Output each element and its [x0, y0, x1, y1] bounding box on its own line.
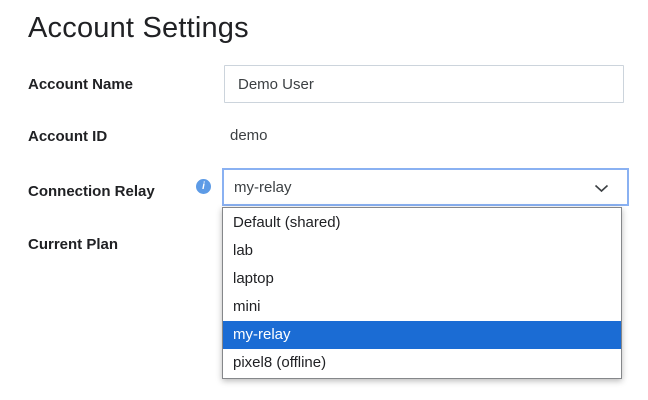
chevron-down-icon	[594, 184, 609, 193]
current-plan-label: Current Plan	[28, 236, 119, 253]
dropdown-option[interactable]: lab	[223, 237, 621, 265]
account-id-label: Account ID	[28, 128, 108, 145]
account-name-label: Account Name	[28, 76, 134, 93]
connection-relay-label: Connection Relay	[28, 183, 155, 200]
page-title: Account Settings	[28, 12, 249, 44]
account-settings-page: Account Settings Account Name Account ID…	[0, 0, 648, 400]
relay-dropdown: Default (shared) lab laptop mini my-rela…	[222, 207, 622, 379]
dropdown-option[interactable]: Default (shared)	[223, 209, 621, 237]
info-icon[interactable]: i	[196, 179, 211, 194]
account-name-input[interactable]	[224, 65, 624, 103]
connection-relay-selected-value: my-relay	[234, 178, 292, 196]
dropdown-option[interactable]: mini	[223, 293, 621, 321]
dropdown-option[interactable]: pixel8 (offline)	[223, 349, 621, 377]
connection-relay-select[interactable]: my-relay	[222, 168, 629, 206]
dropdown-option[interactable]: laptop	[223, 265, 621, 293]
dropdown-option[interactable]: my-relay	[223, 321, 621, 349]
account-id-value: demo	[230, 127, 268, 144]
